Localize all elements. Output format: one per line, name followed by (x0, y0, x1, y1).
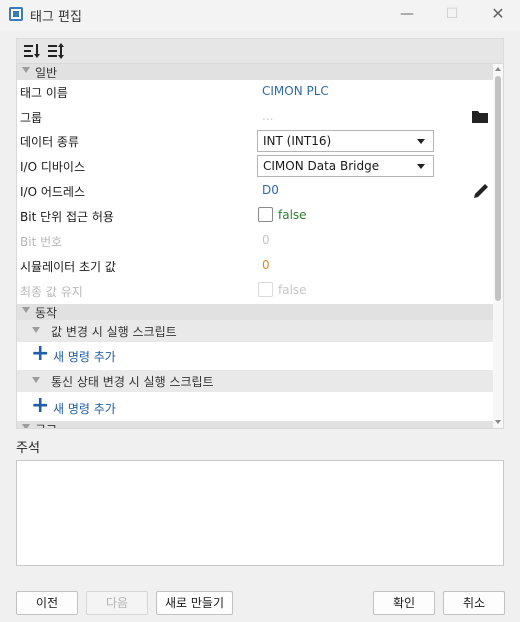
sim-initial-label: 시뮬레이터 초기 값 (20, 260, 116, 274)
keep-last-checkbox (258, 282, 273, 297)
row-data-type[interactable]: 데이터 종류 INT (INT16) (17, 129, 493, 154)
folder-icon[interactable] (472, 110, 488, 126)
row-group[interactable]: 그룹 ... (17, 105, 493, 130)
app-icon (9, 7, 23, 21)
comment-textarea[interactable] (16, 460, 504, 566)
scroll-down-icon[interactable] (495, 420, 501, 424)
plus-icon: + (31, 341, 50, 366)
plus-icon: + (31, 393, 50, 418)
section-next-label: 구고 (35, 421, 57, 428)
bit-access-value: false (278, 208, 307, 222)
on-change-label: 값 변경 시 실행 스크립트 (51, 325, 177, 339)
collapse-arrow-icon (22, 67, 30, 73)
prev-button[interactable]: 이전 (16, 591, 78, 615)
collapse-arrow-icon (32, 327, 40, 333)
on-comm-label: 통신 상태 변경 시 실행 스크립트 (51, 375, 214, 389)
next-button: 다음 (86, 591, 148, 615)
add-command-on-comm[interactable]: + 새 명령 추가 (17, 394, 493, 421)
cancel-button[interactable]: 취소 (443, 591, 505, 615)
sort-ascending-icon[interactable] (23, 43, 43, 61)
window-title: 태그 편집 (30, 10, 82, 25)
add-command-label: 새 명령 추가 (53, 350, 116, 364)
bit-access-label: Bit 단위 접근 허용 (20, 210, 114, 224)
keep-last-value: false (278, 283, 307, 297)
row-io-device[interactable]: I/O 디바이스 CIMON Data Bridge (17, 154, 493, 179)
collapse-arrow-icon (32, 377, 40, 383)
data-type-select[interactable]: INT (INT16) (257, 130, 434, 152)
add-command-on-change[interactable]: + 새 명령 추가 (17, 342, 493, 369)
add-command-label: 새 명령 추가 (53, 402, 116, 416)
title-bar: 태그 편집 — ☐ ✕ (0, 0, 520, 30)
section-action[interactable]: 동작 (17, 304, 493, 320)
minimize-button[interactable]: — (392, 4, 422, 24)
property-grid: 일반 태그 이름 CIMON PLC 그룹 ... 데이터 종류 INT (IN… (16, 63, 504, 429)
bit-access-checkbox[interactable] (258, 207, 273, 222)
io-address-value[interactable]: D0 (262, 183, 279, 197)
bit-number-label: Bit 번호 (20, 235, 63, 249)
chevron-down-icon (417, 164, 425, 169)
collapse-arrow-icon (22, 424, 30, 428)
group-label: 그룹 (20, 111, 43, 125)
section-general[interactable]: 일반 (17, 64, 493, 80)
tag-name-label: 태그 이름 (20, 86, 68, 100)
row-bit-access[interactable]: Bit 단위 접근 허용 false (17, 204, 493, 229)
subsection-on-change[interactable]: 값 변경 시 실행 스크립트 (17, 320, 493, 342)
row-sim-initial[interactable]: 시뮬레이터 초기 값 0 (17, 254, 493, 279)
bit-number-value: 0 (262, 233, 270, 247)
section-action-label: 동작 (35, 306, 58, 320)
new-button[interactable]: 새로 만들기 (156, 591, 233, 615)
row-tag-name[interactable]: 태그 이름 CIMON PLC (17, 80, 493, 105)
chevron-down-icon (417, 139, 425, 144)
io-device-selected: CIMON Data Bridge (263, 159, 380, 173)
pencil-icon[interactable] (472, 182, 490, 203)
sort-list-icon[interactable] (47, 43, 67, 61)
sim-initial-value[interactable]: 0 (262, 258, 270, 272)
tag-name-value[interactable]: CIMON PLC (262, 84, 329, 98)
io-device-label: I/O 디바이스 (20, 160, 86, 174)
row-io-address[interactable]: I/O 어드레스 D0 (17, 179, 493, 204)
maximize-button: ☐ (445, 6, 459, 22)
io-device-select[interactable]: CIMON Data Bridge (257, 155, 434, 177)
io-address-label: I/O 어드레스 (20, 185, 86, 199)
scroll-thumb[interactable] (495, 76, 501, 301)
keep-last-label: 최종 값 유지 (20, 285, 83, 299)
subsection-on-comm[interactable]: 통신 상태 변경 시 실행 스크립트 (17, 370, 493, 392)
section-next-partial[interactable]: 구고 (17, 421, 493, 428)
group-value[interactable]: ... (262, 109, 273, 123)
property-toolbar (16, 38, 504, 64)
ok-button[interactable]: 확인 (373, 591, 435, 615)
property-scrollbar[interactable] (493, 64, 503, 428)
data-type-label: 데이터 종류 (20, 135, 80, 149)
collapse-arrow-icon (22, 307, 30, 313)
row-keep-last: 최종 값 유지 false (17, 279, 493, 304)
close-button[interactable]: ✕ (483, 4, 513, 24)
comment-label: 주석 (16, 441, 40, 456)
data-type-selected: INT (INT16) (263, 134, 332, 148)
section-general-label: 일반 (35, 66, 58, 80)
row-bit-number: Bit 번호 0 (17, 229, 493, 254)
scroll-up-icon[interactable] (495, 67, 501, 71)
